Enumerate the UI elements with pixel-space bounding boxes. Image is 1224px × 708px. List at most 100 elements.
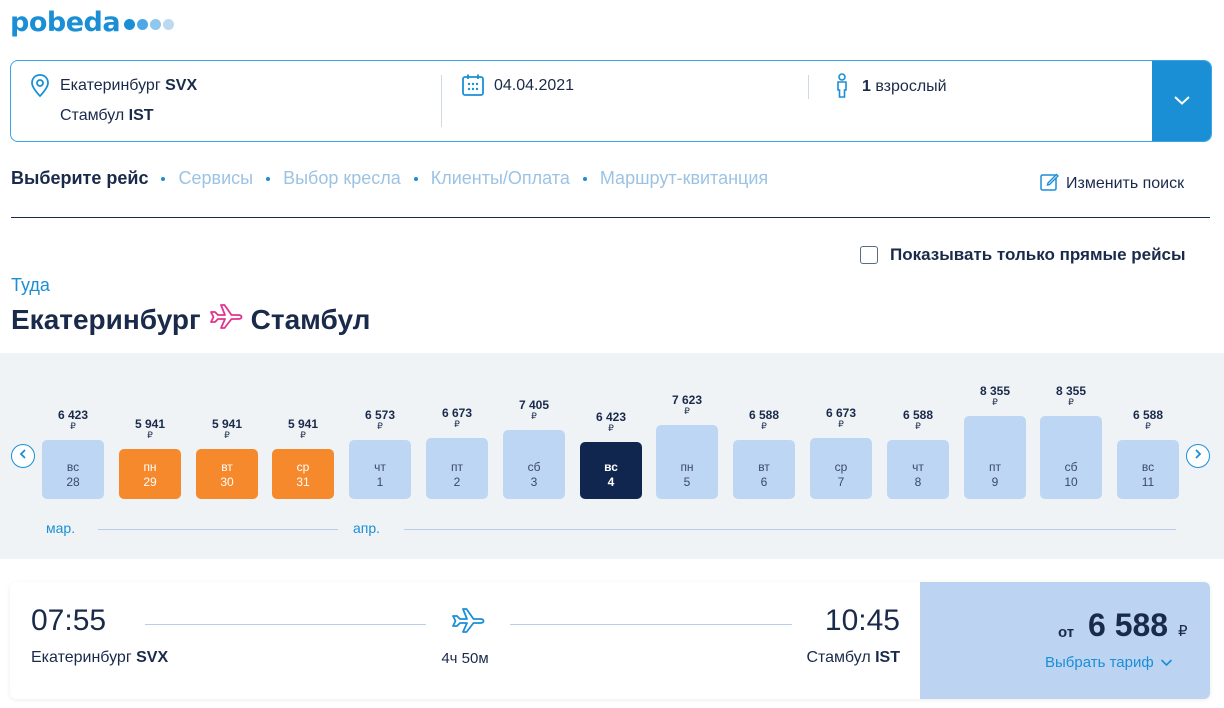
arrival-city: Стамбул bbox=[806, 649, 871, 666]
calendar-day[interactable]: 6 423 ₽ вс 4 bbox=[580, 353, 642, 499]
day-price-value: 6 423 bbox=[57, 408, 89, 422]
day-price-value: 7 623 bbox=[671, 393, 703, 407]
day-price-value: 6 673 bbox=[825, 406, 857, 420]
calendar-day[interactable]: 6 673 ₽ ср 7 bbox=[810, 353, 872, 499]
day-number: 2 bbox=[453, 475, 461, 489]
day-weekday: вс bbox=[1141, 460, 1155, 474]
calendar-day[interactable]: 8 355 ₽ пт 9 bbox=[964, 353, 1026, 499]
day-price: 6 588 ₽ bbox=[1117, 408, 1179, 431]
day-number: 5 bbox=[683, 475, 691, 489]
chevron-down-icon bbox=[1173, 93, 1191, 111]
day-price: 6 423 ₽ bbox=[42, 408, 104, 431]
calendar-day[interactable]: 6 423 ₽ вс 28 bbox=[42, 353, 104, 499]
day-price-value: 6 573 bbox=[364, 408, 396, 422]
search-passengers[interactable]: 1 взрослый bbox=[862, 78, 947, 96]
calendar-day[interactable]: 5 941 ₽ вт 30 bbox=[196, 353, 258, 499]
day-price-currency: ₽ bbox=[608, 423, 614, 433]
step-item[interactable]: Маршрут-квитанция bbox=[600, 168, 768, 189]
day-price-currency: ₽ bbox=[684, 406, 690, 416]
day-weekday: сб bbox=[1064, 460, 1078, 474]
arrival-time: 10:45 bbox=[824, 604, 900, 637]
day-price: 8 355 ₽ bbox=[964, 384, 1026, 407]
step-separator bbox=[413, 176, 418, 181]
day-bar[interactable]: чт 1 bbox=[349, 440, 411, 499]
day-number: 1 bbox=[376, 475, 384, 489]
day-price-value: 5 941 bbox=[134, 417, 166, 431]
calendar-day[interactable]: 6 673 ₽ пт 2 bbox=[426, 353, 488, 499]
day-bar[interactable]: чт 8 bbox=[887, 440, 949, 499]
day-price: 5 941 ₽ bbox=[272, 417, 334, 440]
calendar-day[interactable]: 6 573 ₽ чт 1 bbox=[349, 353, 411, 499]
day-bar[interactable]: вт 30 bbox=[196, 449, 258, 499]
direct-only-label: Показывать только прямые рейсы bbox=[890, 245, 1186, 264]
calendar-day[interactable]: 6 588 ₽ вт 6 bbox=[733, 353, 795, 499]
day-bar[interactable]: вс 28 bbox=[42, 440, 104, 499]
day-bar[interactable]: ср 31 bbox=[272, 449, 334, 499]
flight-card[interactable]: 07:55 Екатеринбург SVX 4ч 50м 10:45 Стам… bbox=[10, 582, 1210, 699]
day-bar[interactable]: вс 11 bbox=[1117, 440, 1179, 499]
day-bar[interactable]: пт 2 bbox=[426, 438, 488, 499]
origin-city: Екатеринбург bbox=[60, 77, 161, 94]
price-panel[interactable]: от 6 588 ₽ Выбрать тариф bbox=[920, 582, 1210, 699]
day-weekday: пт bbox=[451, 460, 463, 474]
step-item[interactable]: Выбор кресла bbox=[283, 168, 401, 189]
day-bar[interactable]: сб 10 bbox=[1040, 416, 1102, 499]
month-label-march: мар. bbox=[46, 520, 76, 536]
calendar-prev-button[interactable] bbox=[11, 444, 35, 468]
calendar-day[interactable]: 7 623 ₽ пн 5 bbox=[656, 353, 718, 499]
day-price-value: 6 423 bbox=[595, 410, 627, 424]
day-price-value: 7 405 bbox=[518, 398, 550, 412]
day-price-value: 8 355 bbox=[1055, 384, 1087, 398]
day-price-currency: ₽ bbox=[531, 411, 537, 421]
direct-only-checkbox[interactable] bbox=[860, 246, 878, 264]
edit-search-button[interactable]: Изменить поиск bbox=[1040, 172, 1184, 196]
search-date[interactable]: 04.04.2021 bbox=[494, 77, 574, 95]
search-summary[interactable]: Екатеринбург SVX Стамбул IST 04.04.2021 … bbox=[10, 60, 1212, 142]
choose-tariff-label: Выбрать тариф bbox=[1045, 654, 1154, 671]
calendar-day[interactable]: 6 588 ₽ вс 11 bbox=[1117, 353, 1179, 499]
calendar-day[interactable]: 8 355 ₽ сб 10 bbox=[1040, 353, 1102, 499]
day-price: 7 405 ₽ bbox=[503, 398, 565, 421]
day-bar[interactable]: пн 5 bbox=[656, 425, 718, 499]
choose-tariff-button[interactable]: Выбрать тариф bbox=[1045, 654, 1173, 671]
calendar-day[interactable]: 7 405 ₽ сб 3 bbox=[503, 353, 565, 499]
day-bar[interactable]: вс 4 bbox=[580, 442, 642, 499]
month-line bbox=[98, 529, 338, 530]
search-origin[interactable]: Екатеринбург SVX bbox=[60, 77, 197, 95]
day-price-currency: ₽ bbox=[147, 430, 153, 440]
day-weekday: вт bbox=[221, 460, 233, 474]
passenger-icon bbox=[834, 73, 850, 104]
calendar-day[interactable]: 5 941 ₽ пн 29 bbox=[119, 353, 181, 499]
day-bar[interactable]: вт 6 bbox=[733, 440, 795, 499]
day-price-currency: ₽ bbox=[224, 430, 230, 440]
expand-search-button[interactable] bbox=[1152, 61, 1211, 141]
day-bar[interactable]: ср 7 bbox=[810, 438, 872, 499]
calendar-day[interactable]: 5 941 ₽ ср 31 bbox=[272, 353, 334, 499]
day-bar[interactable]: пт 9 bbox=[964, 416, 1026, 499]
logo-dot bbox=[137, 18, 149, 30]
passenger-count: 1 bbox=[862, 78, 871, 95]
day-bar[interactable]: пн 29 bbox=[119, 449, 181, 499]
day-bar[interactable]: сб 3 bbox=[503, 430, 565, 499]
day-price-value: 6 588 bbox=[902, 408, 934, 422]
booking-steps: Выберите рейс Сервисы Выбор кресла Клиенты/… bbox=[11, 168, 768, 189]
chevron-down-icon bbox=[1154, 654, 1173, 671]
day-price: 8 355 ₽ bbox=[1040, 384, 1102, 407]
search-destination[interactable]: Стамбул IST bbox=[60, 107, 154, 125]
pobeda-logo[interactable]: pobeda bbox=[10, 4, 175, 40]
day-price: 6 673 ₽ bbox=[810, 406, 872, 429]
price-prefix: от bbox=[1058, 624, 1075, 641]
direct-only-filter[interactable]: Показывать только прямые рейсы bbox=[860, 245, 1186, 265]
day-number: 6 bbox=[760, 475, 768, 489]
day-price-value: 6 588 bbox=[1132, 408, 1164, 422]
divider bbox=[808, 75, 809, 99]
step-item[interactable]: Сервисы bbox=[178, 168, 253, 189]
calendar-next-button[interactable] bbox=[1186, 444, 1210, 468]
month-axis: мар. апр. bbox=[0, 520, 1224, 538]
day-number: 31 bbox=[296, 475, 310, 489]
calendar-day[interactable]: 6 588 ₽ чт 8 bbox=[887, 353, 949, 499]
step-item[interactable]: Клиенты/Оплата bbox=[431, 168, 570, 189]
day-number: 28 bbox=[66, 475, 80, 489]
day-price: 6 588 ₽ bbox=[733, 408, 795, 431]
day-number: 4 bbox=[607, 475, 615, 489]
